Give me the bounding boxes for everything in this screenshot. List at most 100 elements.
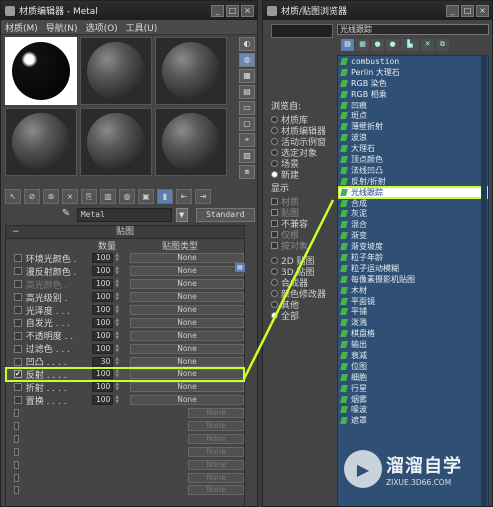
map-list-item[interactable]: 棋盘格 xyxy=(338,328,488,339)
map-list-item[interactable]: 行星 xyxy=(338,383,488,394)
sample-slot-5[interactable] xyxy=(80,108,152,176)
map-enable-checkbox[interactable] xyxy=(14,293,22,302)
list-view-icon[interactable]: ▤ xyxy=(341,39,354,51)
map-enable-checkbox[interactable] xyxy=(14,318,22,327)
go-forward-sibling-icon[interactable]: ⇥ xyxy=(195,188,211,204)
map-list-item[interactable]: 混合 xyxy=(338,219,488,230)
map-amount-field[interactable]: 100 xyxy=(92,253,114,264)
map-list-item[interactable]: 灰泥 xyxy=(338,208,488,219)
map-list-item[interactable]: 粒子运动模糊 xyxy=(338,263,488,274)
map-slot-button[interactable]: None xyxy=(129,343,245,354)
map-slot-button[interactable]: None xyxy=(188,446,244,457)
map-slot-button[interactable]: None xyxy=(188,485,244,496)
menu-navigation[interactable]: 导航(N) xyxy=(46,21,78,34)
material-name-field[interactable]: Metal xyxy=(76,208,172,222)
sample-slot-6[interactable] xyxy=(155,108,227,176)
browser-close-button[interactable]: × xyxy=(476,4,489,17)
make-unique-icon[interactable]: ⎘ xyxy=(81,188,97,204)
map-list-item[interactable]: 噪波 xyxy=(338,405,488,416)
map-enable-checkbox[interactable] xyxy=(14,306,22,314)
map-list-item[interactable]: 细胞 xyxy=(338,372,488,383)
material-id-icon[interactable]: ◍ xyxy=(119,188,135,204)
small-icons-view-icon[interactable]: ● xyxy=(371,39,384,51)
map-list-item[interactable]: 粒子年龄 xyxy=(338,252,488,263)
map-enable-checkbox[interactable] xyxy=(14,254,22,263)
map-amount-field[interactable]: 100 xyxy=(92,395,114,406)
chevron-down-icon[interactable]: ▼ xyxy=(175,208,188,222)
sample-slot-1[interactable] xyxy=(5,37,77,105)
menu-options[interactable]: 选项(O) xyxy=(86,21,118,34)
map-slot-button[interactable]: None xyxy=(129,356,245,367)
map-list-item[interactable]: 合成 xyxy=(338,198,488,209)
map-amount-field[interactable]: 100 xyxy=(92,266,114,277)
get-material-icon[interactable]: ↖ xyxy=(5,188,21,204)
map-navigator-icon[interactable]: ⧈ xyxy=(239,165,255,179)
map-list-item[interactable]: 薄壁折射 xyxy=(338,121,488,132)
map-amount-field[interactable]: 30 xyxy=(92,356,114,367)
material-type-button[interactable]: Standard xyxy=(195,208,256,222)
map-slot-button[interactable]: None xyxy=(129,292,245,303)
map-enable-checkbox[interactable] xyxy=(14,331,22,340)
spinner-icon[interactable]: ▲ ▼ xyxy=(114,317,120,328)
map-list-item[interactable]: 平面镜 xyxy=(338,296,488,307)
list-icons-view-icon[interactable]: ▦ xyxy=(356,39,369,51)
map-enable-checkbox[interactable] xyxy=(14,486,19,495)
spinner-icon[interactable]: ▲ ▼ xyxy=(114,292,120,302)
delete-icon[interactable]: ✕ xyxy=(421,39,434,51)
map-list-item[interactable]: 波浪 xyxy=(338,132,488,143)
map-slot-button[interactable]: None xyxy=(188,459,244,470)
map-list-item[interactable]: 光线跟踪 xyxy=(338,185,488,199)
map-enable-checkbox[interactable] xyxy=(14,473,19,482)
map-list-item[interactable]: 平铺 xyxy=(338,306,488,317)
background-icon[interactable]: ▦ xyxy=(239,69,255,83)
video-check-icon[interactable]: ▭ xyxy=(239,101,255,115)
spinner-icon[interactable]: ▲ ▼ xyxy=(114,395,120,405)
map-list-item[interactable]: 大理石 xyxy=(338,143,488,154)
map-list-item[interactable]: 木材 xyxy=(338,285,488,296)
put-to-scene-icon[interactable]: ⊘ xyxy=(24,188,40,204)
map-list-item[interactable]: 位图 xyxy=(338,361,488,372)
map-list-item[interactable]: 泼溅 xyxy=(338,317,488,328)
map-slot-button[interactable]: None xyxy=(129,266,245,277)
map-enable-checkbox[interactable] xyxy=(14,396,22,405)
map-slot-button[interactable]: None xyxy=(129,305,245,315)
spinner-icon[interactable]: ▲ ▼ xyxy=(114,253,120,263)
clear-library-icon[interactable]: ⧉ xyxy=(436,39,449,51)
close-button[interactable]: × xyxy=(241,4,254,17)
spinner-icon[interactable]: ▲ ▼ xyxy=(114,382,120,392)
browser-search-input[interactable]: 光线跟踪 xyxy=(337,24,489,35)
map-amount-field[interactable]: 100 xyxy=(92,305,114,315)
sample-slot-2[interactable] xyxy=(80,37,152,105)
show-map-icon[interactable]: ▣ xyxy=(138,188,154,204)
browser-minimize-button[interactable]: _ xyxy=(446,4,459,17)
map-amount-field[interactable]: 100 xyxy=(92,317,114,328)
menu-material[interactable]: 材质(M) xyxy=(5,21,38,34)
maps-rollout-header[interactable]: − 贴图 xyxy=(6,226,244,239)
map-enable-checkbox[interactable] xyxy=(14,383,22,392)
map-list-item[interactable]: combustion xyxy=(338,56,488,67)
map-enable-checkbox[interactable] xyxy=(14,447,19,456)
map-list-item[interactable]: RGB 相乘 xyxy=(338,89,488,100)
map-list-item[interactable]: RGB 染色 xyxy=(338,78,488,89)
reset-map-icon[interactable]: × xyxy=(62,188,78,204)
map-slot-button[interactable]: None xyxy=(129,395,245,406)
map-slot-button[interactable]: None xyxy=(129,253,245,264)
minimize-button[interactable]: _ xyxy=(211,4,224,17)
spinner-icon[interactable]: ▲ ▼ xyxy=(114,279,120,289)
map-amount-field[interactable]: 100 xyxy=(92,382,114,393)
map-slot-button[interactable]: None xyxy=(188,408,244,419)
map-list-item[interactable]: 斑点 xyxy=(338,110,488,121)
map-list-item[interactable]: 渐变 xyxy=(338,230,488,241)
make-preview-icon[interactable]: ▢ xyxy=(239,117,255,131)
map-slot-button[interactable]: None xyxy=(129,317,245,328)
map-enable-checkbox[interactable] xyxy=(14,344,22,353)
map-enable-checkbox[interactable] xyxy=(14,460,19,469)
sample-type-icon[interactable]: ◐ xyxy=(239,37,255,51)
show-end-result-icon[interactable]: ▮ xyxy=(157,188,173,204)
eyedropper-icon[interactable]: ✎ xyxy=(59,208,73,222)
map-slot-button[interactable]: None xyxy=(188,472,244,483)
maximize-button[interactable]: □ xyxy=(226,4,239,17)
map-enable-checkbox[interactable]: ✔ xyxy=(14,370,22,379)
options-icon[interactable]: ⌖ xyxy=(239,133,255,147)
map-list-item[interactable]: 凹痕 xyxy=(338,100,488,111)
